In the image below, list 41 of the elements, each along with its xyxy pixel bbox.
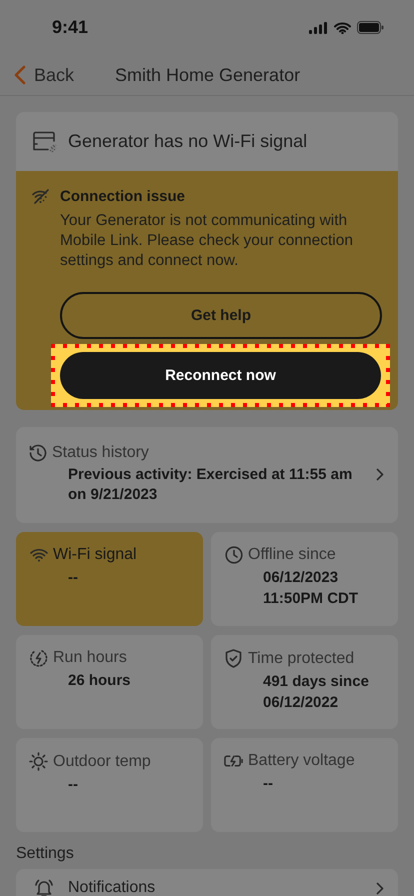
- tile-label: Wi-Fi signal: [53, 546, 137, 564]
- chevron-right-icon: [376, 882, 384, 894]
- sun-icon: [29, 752, 48, 771]
- history-icon: [29, 444, 47, 462]
- wifi-off-icon: [32, 189, 50, 204]
- back-chevron-icon: [14, 65, 26, 85]
- cell-signal-icon: [309, 22, 328, 34]
- tile-value: --: [263, 774, 274, 794]
- help-button[interactable]: Get help: [60, 292, 382, 339]
- back-button[interactable]: Back: [14, 64, 115, 86]
- tile-label: Run hours: [53, 649, 127, 667]
- tile-label: Battery voltage: [248, 752, 355, 770]
- battery-charging-icon: [224, 754, 243, 768]
- tile-label: Time protected: [248, 650, 354, 668]
- chevron-right-icon: [376, 468, 384, 480]
- tile-label: Outdoor temp: [53, 752, 151, 770]
- bell-icon: [34, 878, 54, 896]
- page-title: Smith Home Generator: [115, 64, 300, 86]
- bolt-circle-icon: [30, 649, 48, 667]
- settings-row[interactable]: Notifications: [16, 869, 398, 896]
- battery-icon: [357, 21, 384, 34]
- clock-time: 9:41: [52, 17, 88, 38]
- tile-label: Offline since: [248, 546, 336, 564]
- issue-title: Connection issue: [60, 188, 186, 205]
- shield-check-icon: [225, 649, 242, 668]
- tile-value: 26 hours: [68, 671, 132, 691]
- reconnect-button[interactable]: Reconnect now: [60, 352, 381, 399]
- tile-value: 06/12/2023 11:50PM CDT: [263, 568, 360, 609]
- status-history-row[interactable]: Status history Previous activity: Exercised at 11:55 am on 9/21/2023: [16, 427, 398, 523]
- history-value: Previous activity: Exercised at 11:55 am on 9/21/2023: [68, 464, 354, 504]
- section-heading: Settings: [16, 845, 75, 863]
- clock-icon: [224, 546, 242, 564]
- wifi-icon: [334, 22, 351, 34]
- history-label: Status history: [52, 444, 149, 462]
- generator-icon: [33, 130, 59, 152]
- tile-value: --: [68, 775, 79, 795]
- issue-message: Your Generator is not communicating with Mobile Link. Please check your connection settings and connect now.: [60, 211, 354, 271]
- wifi-icon: [30, 548, 48, 562]
- alert-title: Generator has no Wi-Fi signal: [68, 131, 308, 152]
- tile-value: 491 days since 06/12/2022: [263, 672, 370, 713]
- tile-value: --: [68, 568, 79, 588]
